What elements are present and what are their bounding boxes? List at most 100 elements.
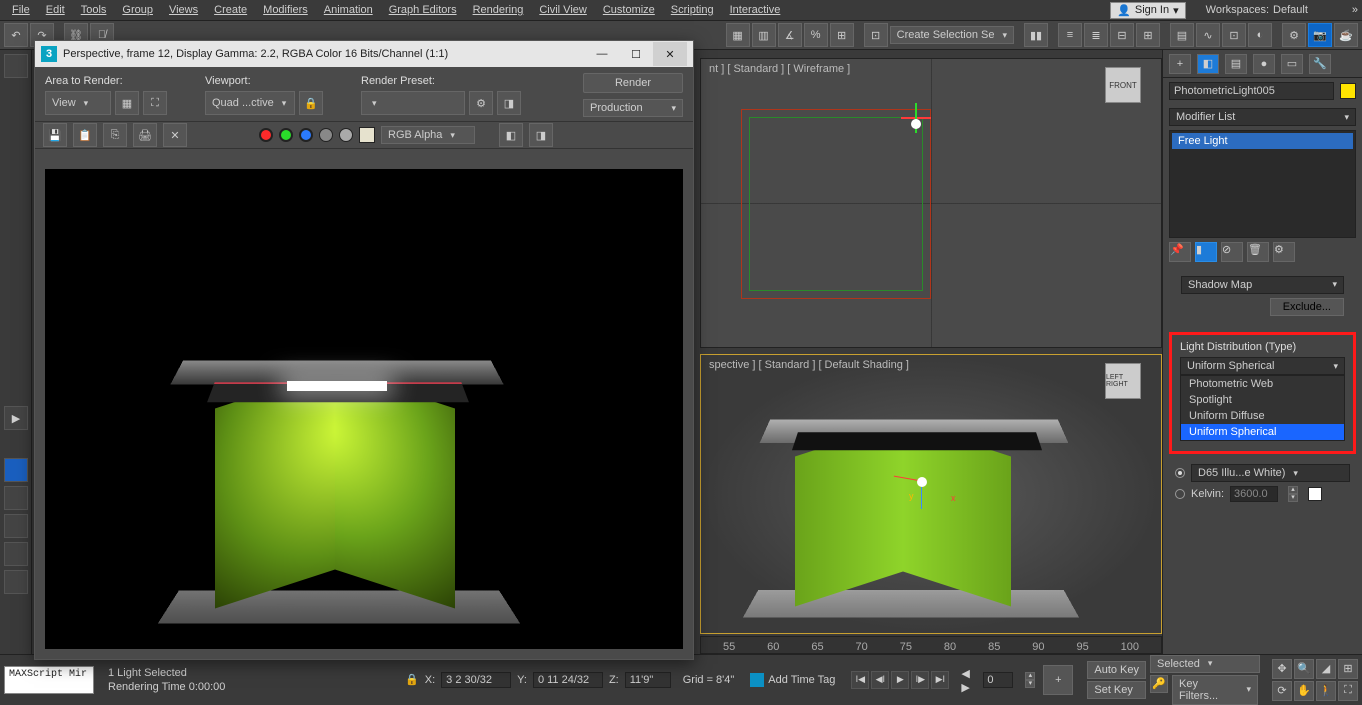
delete-icon[interactable]: ✕ bbox=[163, 123, 187, 147]
nav-pan-icon[interactable]: ✋ bbox=[1294, 681, 1314, 701]
teapot-icon[interactable]: ☕ bbox=[1334, 23, 1358, 47]
time-config-icon[interactable]: + bbox=[1043, 665, 1073, 695]
transform-gizmo[interactable]: y x bbox=[921, 481, 961, 521]
mirror-icon[interactable]: ▮▮ bbox=[1024, 23, 1048, 47]
menu-views[interactable]: Views bbox=[161, 2, 206, 18]
show-end-result-icon[interactable]: ▮ bbox=[1195, 242, 1217, 262]
dist-option-uniform-diffuse[interactable]: Uniform Diffuse bbox=[1181, 408, 1344, 424]
selection-set-dropdown[interactable]: Create Selection Se bbox=[890, 26, 1014, 44]
x-input[interactable]: 3 2 30/32 bbox=[441, 672, 511, 688]
schematic-icon[interactable]: ⊡ bbox=[1222, 23, 1246, 47]
set-key-button[interactable]: Set Key bbox=[1087, 681, 1146, 699]
nav-orbit-icon[interactable]: ⟳ bbox=[1272, 681, 1292, 701]
preset-icon[interactable]: ◨ bbox=[497, 91, 521, 115]
menu-graph-editors[interactable]: Graph Editors bbox=[381, 2, 465, 18]
goto-end-icon[interactable]: ▶I bbox=[931, 671, 949, 689]
viewport-dropdown[interactable]: Quad ...ctive bbox=[205, 91, 295, 115]
modifier-stack[interactable]: Free Light bbox=[1169, 130, 1356, 238]
key-mode-icon[interactable]: ◀ bbox=[961, 667, 975, 679]
copy-icon[interactable]: 📋 bbox=[73, 123, 97, 147]
render-output-canvas[interactable] bbox=[45, 169, 683, 649]
remove-modifier-icon[interactable]: 🗑 bbox=[1247, 242, 1269, 262]
menu-file[interactable]: File bbox=[4, 2, 38, 18]
viewcube-front[interactable]: FRONT bbox=[1105, 67, 1141, 103]
align-icon[interactable]: ≡ bbox=[1058, 23, 1082, 47]
radio-checked-icon[interactable] bbox=[1175, 468, 1185, 478]
render-production-icon[interactable]: 📷 bbox=[1308, 23, 1332, 47]
alpha-channel-icon[interactable] bbox=[319, 128, 333, 142]
material-editor-icon[interactable]: ◐ bbox=[1248, 23, 1272, 47]
overlay-icon[interactable]: ◧ bbox=[499, 123, 523, 147]
key-filters-dropdown[interactable]: Key Filters... bbox=[1172, 675, 1258, 705]
maximize-button[interactable]: ☐ bbox=[619, 42, 653, 66]
kelvin-spinner[interactable]: ▴▾ bbox=[1288, 486, 1298, 502]
dist-option-uniform-spherical[interactable]: Uniform Spherical bbox=[1181, 424, 1344, 440]
expand-icon[interactable]: ▶ bbox=[4, 406, 28, 430]
menu-create[interactable]: Create bbox=[206, 2, 255, 18]
shadow-map-dropdown[interactable]: Shadow Map bbox=[1181, 276, 1344, 294]
tab-motion-icon[interactable]: ● bbox=[1253, 54, 1275, 74]
crop-icon[interactable]: ⛶ bbox=[143, 91, 167, 115]
blue-channel-icon[interactable] bbox=[299, 128, 313, 142]
align-icon[interactable]: ⊞ bbox=[1136, 23, 1160, 47]
light-gizmo-icon[interactable] bbox=[911, 119, 921, 129]
maxscript-listener[interactable]: MAXScript Mir bbox=[4, 666, 94, 694]
tool-icon[interactable]: ▦ bbox=[726, 23, 750, 47]
pin-stack-icon[interactable]: 📌 bbox=[1169, 242, 1191, 262]
menu-group[interactable]: Group bbox=[114, 2, 161, 18]
nav-fov-icon[interactable]: ◢ bbox=[1316, 659, 1336, 679]
sign-in-button[interactable]: 👤 Sign In ▾ bbox=[1110, 2, 1185, 19]
align-icon[interactable]: ⊟ bbox=[1110, 23, 1134, 47]
preset-icon[interactable]: ⚙ bbox=[469, 91, 493, 115]
key-mode-icon[interactable]: ▶ bbox=[961, 681, 975, 693]
tool-icon[interactable]: ⊞ bbox=[830, 23, 854, 47]
tab-modify-icon[interactable]: ◧ bbox=[1197, 54, 1219, 74]
kelvin-input[interactable] bbox=[1230, 486, 1278, 502]
dock-button[interactable] bbox=[4, 570, 28, 594]
nav-walk-icon[interactable]: 🚶 bbox=[1316, 681, 1336, 701]
tab-create-icon[interactable]: + bbox=[1169, 54, 1191, 74]
region-icon[interactable]: ▦ bbox=[115, 91, 139, 115]
close-button[interactable]: ✕ bbox=[653, 42, 687, 66]
timeline-ruler[interactable]: 55 60 65 70 75 80 85 90 95 100 bbox=[700, 636, 1162, 654]
frame-spinner[interactable]: ▴▾ bbox=[1025, 672, 1035, 688]
menu-tools[interactable]: Tools bbox=[73, 2, 115, 18]
viewport-top[interactable]: nt ] [ Standard ] [ Wireframe ] FRONT bbox=[700, 58, 1162, 348]
make-unique-icon[interactable]: ⊘ bbox=[1221, 242, 1243, 262]
tab-utilities-icon[interactable]: 🔧 bbox=[1309, 54, 1331, 74]
nav-pan-icon[interactable]: ✥ bbox=[1272, 659, 1292, 679]
dock-button[interactable] bbox=[4, 54, 28, 78]
time-tag-button[interactable]: Add Time Tag bbox=[750, 673, 835, 687]
goto-start-icon[interactable]: I◀ bbox=[851, 671, 869, 689]
menu-customize[interactable]: Customize bbox=[595, 2, 663, 18]
menu-edit[interactable]: Edit bbox=[38, 2, 73, 18]
auto-key-button[interactable]: Auto Key bbox=[1087, 661, 1146, 679]
viewport-perspective[interactable]: spective ] [ Standard ] [ Default Shadin… bbox=[700, 354, 1162, 634]
menu-animation[interactable]: Animation bbox=[316, 2, 381, 18]
object-name-input[interactable] bbox=[1169, 82, 1334, 100]
print-icon[interactable]: 🖨 bbox=[133, 123, 157, 147]
modifier-stack-item[interactable]: Free Light bbox=[1172, 133, 1353, 149]
exclude-button[interactable]: Exclude... bbox=[1270, 298, 1344, 316]
nav-zoom-icon[interactable]: 🔍 bbox=[1294, 659, 1314, 679]
prev-frame-icon[interactable]: ◀I bbox=[871, 671, 889, 689]
menu-modifiers[interactable]: Modifiers bbox=[255, 2, 316, 18]
render-preset-dropdown[interactable] bbox=[361, 91, 465, 115]
tab-display-icon[interactable]: ▭ bbox=[1281, 54, 1303, 74]
percent-snap-icon[interactable]: % bbox=[804, 23, 828, 47]
dock-button[interactable] bbox=[4, 486, 28, 510]
current-frame-input[interactable]: 0 bbox=[983, 672, 1013, 688]
key-icon[interactable]: 🔑 bbox=[1150, 675, 1168, 693]
dock-button[interactable] bbox=[4, 458, 28, 482]
d65-radio-row[interactable]: D65 Illu...e White) bbox=[1175, 464, 1350, 482]
channel-dropdown[interactable]: RGB Alpha bbox=[381, 126, 475, 144]
tab-hierarchy-icon[interactable]: ▤ bbox=[1225, 54, 1247, 74]
menu-rendering[interactable]: Rendering bbox=[465, 2, 532, 18]
workspaces-selector[interactable]: Workspaces: Default » bbox=[1206, 4, 1358, 16]
key-target-dropdown[interactable]: Selected bbox=[1150, 655, 1260, 673]
align-icon[interactable]: ≣ bbox=[1084, 23, 1108, 47]
menu-scripting[interactable]: Scripting bbox=[663, 2, 722, 18]
curve-editor-icon[interactable]: ∿ bbox=[1196, 23, 1220, 47]
green-channel-icon[interactable] bbox=[279, 128, 293, 142]
layers-icon[interactable]: ▤ bbox=[1170, 23, 1194, 47]
